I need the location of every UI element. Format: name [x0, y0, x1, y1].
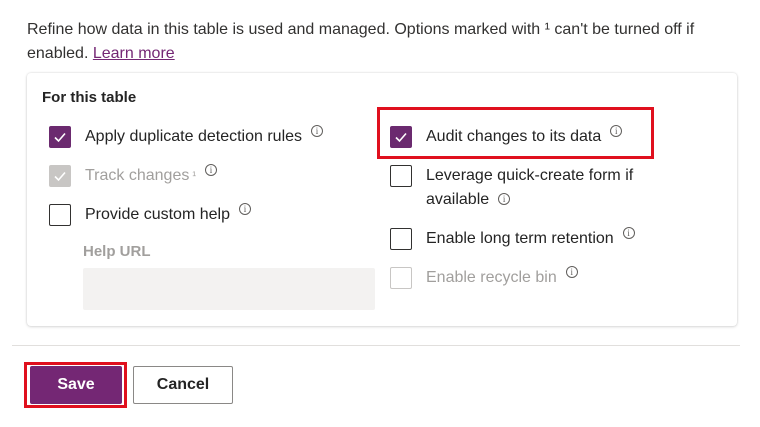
duplicate-detection-checkbox[interactable]: [49, 126, 71, 148]
audit-highlight-box: [377, 107, 654, 159]
option-duplicate-detection[interactable]: Apply duplicate detection rules i: [49, 125, 324, 149]
track-changes-label: Track changes: [85, 167, 190, 184]
option-quick-create[interactable]: Leverage quick-create form if available i: [390, 164, 660, 212]
long-term-retention-label: Enable long term retention: [426, 230, 614, 247]
checkmark-icon: [54, 171, 66, 182]
track-changes-checkbox: [49, 165, 71, 187]
quick-create-checkbox[interactable]: [390, 165, 412, 187]
intro-text: Refine how data in this table is used an…: [27, 18, 742, 66]
info-icon[interactable]: i: [498, 193, 511, 205]
option-track-changes: Track changes ¹ i: [49, 164, 218, 188]
info-icon[interactable]: i: [622, 227, 635, 239]
long-term-retention-checkbox[interactable]: [390, 228, 412, 250]
track-changes-superscript: ¹: [192, 170, 197, 182]
recycle-bin-checkbox: [390, 267, 412, 289]
info-icon[interactable]: i: [311, 125, 324, 137]
footer-divider: [12, 345, 740, 346]
duplicate-detection-label: Apply duplicate detection rules: [85, 128, 303, 145]
help-url-input: [83, 268, 375, 310]
cancel-button[interactable]: Cancel: [133, 366, 233, 404]
option-custom-help[interactable]: Provide custom help i: [49, 203, 251, 227]
info-icon[interactable]: i: [565, 266, 578, 278]
learn-more-link[interactable]: Learn more: [93, 45, 175, 62]
option-recycle-bin: Enable recycle bin i: [390, 266, 578, 290]
help-url-label: Help URL: [83, 243, 151, 260]
option-long-term-retention[interactable]: Enable long term retention i: [390, 227, 635, 251]
custom-help-checkbox[interactable]: [49, 204, 71, 226]
custom-help-label: Provide custom help: [85, 206, 230, 223]
info-icon[interactable]: i: [205, 164, 218, 176]
section-title: For this table: [42, 89, 137, 106]
checkmark-icon: [54, 132, 66, 143]
recycle-bin-label: Enable recycle bin: [426, 269, 557, 286]
quick-create-label: Leverage quick-create form if available i: [426, 164, 660, 212]
info-icon[interactable]: i: [238, 203, 251, 215]
quick-create-label-text: Leverage quick-create form if available: [426, 167, 634, 208]
save-highlight-box: [24, 362, 127, 408]
